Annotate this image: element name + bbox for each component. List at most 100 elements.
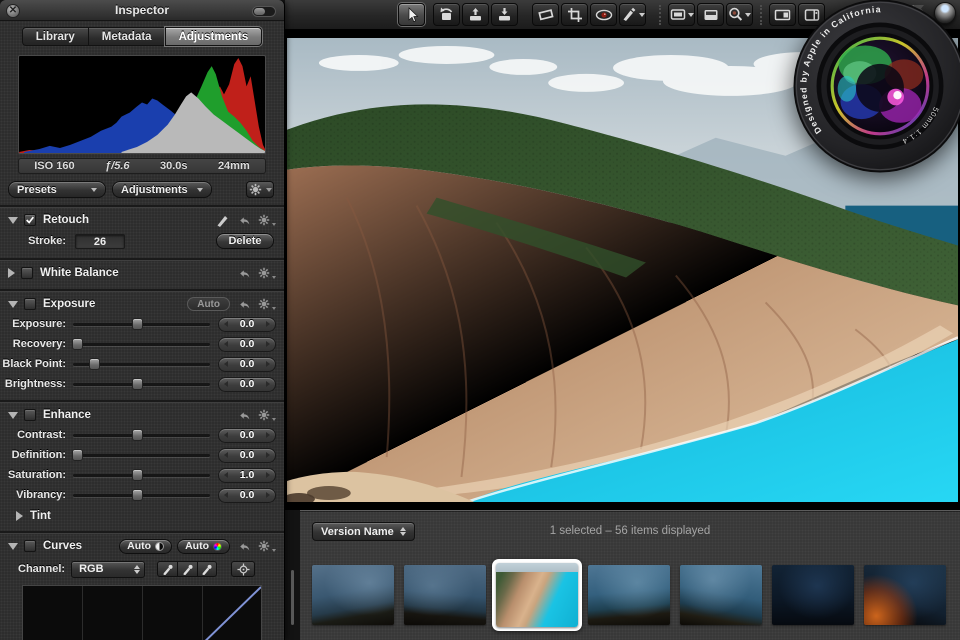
brush-stroke-icon[interactable]	[216, 213, 230, 227]
curves-auto-color-button[interactable]: Auto	[177, 538, 230, 554]
curves-section: Curves Auto Auto Channel: RGB	[0, 533, 284, 640]
half-circle-icon	[155, 541, 165, 551]
disclosure-triangle[interactable]	[8, 268, 15, 278]
vibrancy-stepper[interactable]: 0.0	[218, 487, 276, 503]
red-eye-tool-button[interactable]	[590, 3, 617, 26]
saturation-stepper[interactable]: 1.0	[218, 467, 276, 483]
retouch-tool-button[interactable]	[619, 3, 646, 26]
exposure-slider[interactable]	[73, 317, 210, 330]
contrast-stepper[interactable]: 0.0	[218, 427, 276, 443]
disclosure-triangle[interactable]	[8, 542, 18, 550]
tab-adjustments[interactable]: Adjustments	[164, 27, 263, 46]
channel-select[interactable]: RGB	[71, 560, 146, 578]
selected-thumbnail-image	[496, 563, 578, 627]
filmstrip-thumbnail[interactable]	[588, 565, 670, 625]
filmstrip-thumbnail[interactable]	[864, 565, 946, 625]
stamp-tool-button[interactable]	[491, 3, 518, 26]
straighten-tool-button[interactable]	[532, 3, 559, 26]
color-wheel-icon	[213, 541, 222, 551]
tab-metadata[interactable]: Metadata	[87, 27, 165, 46]
contrast-slider[interactable]	[73, 428, 210, 441]
thumbnail-row	[300, 551, 960, 640]
shutter-knob-icon	[934, 2, 956, 24]
exif-info-bar: ISO 160 ƒ/5.6 30.0s 24mm	[18, 158, 266, 174]
white-point-eyedropper-button[interactable]	[197, 561, 218, 577]
adjustment-action-gear-button[interactable]	[246, 181, 274, 198]
crop-icon	[567, 7, 583, 23]
straighten-icon	[537, 7, 555, 22]
lift-tool-button[interactable]	[462, 3, 489, 26]
curves-auto-luminance-button[interactable]: Auto	[119, 538, 173, 554]
gear-icon[interactable]	[258, 409, 276, 421]
saturation-slider[interactable]	[73, 468, 210, 481]
curves-graph[interactable]	[22, 585, 262, 640]
stroke-value-field[interactable]: 26	[75, 233, 125, 249]
filmstrip-thumbnail[interactable]	[772, 565, 854, 625]
disclosure-triangle[interactable]	[8, 216, 18, 224]
brightness-stepper[interactable]: 0.0	[218, 376, 276, 392]
recovery-stepper[interactable]: 0.0	[218, 336, 276, 352]
tab-library[interactable]: Library	[21, 27, 88, 46]
selection-status-text: 1 selected – 56 items displayed	[549, 525, 711, 537]
dropdown-caret-icon	[687, 12, 694, 17]
rotate-left-button[interactable]	[433, 3, 460, 26]
panel-toggle[interactable]	[252, 6, 276, 17]
vibrancy-slider[interactable]	[73, 488, 210, 501]
delete-button[interactable]: Delete	[216, 233, 274, 249]
black-point-slider[interactable]	[73, 357, 210, 370]
curves-checkbox[interactable]	[24, 540, 36, 552]
curves-point-picker-button[interactable]	[231, 561, 256, 577]
reset-undo-icon[interactable]	[237, 267, 251, 280]
inspector-title: Inspector	[114, 3, 169, 17]
focal-length-value: 24mm	[217, 160, 250, 172]
retouch-checkbox[interactable]	[24, 214, 36, 226]
viewer-mode-button[interactable]	[668, 3, 695, 26]
exposure-checkbox[interactable]	[24, 298, 36, 310]
inspector-titlebar[interactable]: ✕ Inspector	[0, 0, 284, 21]
disclosure-triangle[interactable]	[8, 300, 18, 308]
loupe-button[interactable]	[726, 3, 753, 26]
white-balance-section: White Balance	[0, 260, 284, 283]
enhance-checkbox[interactable]	[24, 409, 36, 421]
chevron-down-icon	[272, 223, 276, 226]
definition-stepper[interactable]: 0.0	[218, 447, 276, 463]
reset-undo-icon[interactable]	[237, 298, 251, 311]
filmstrip-scrollbar[interactable]	[291, 570, 294, 625]
adjustments-popup-button[interactable]: Adjustments	[112, 181, 212, 198]
reset-undo-icon[interactable]	[237, 540, 251, 553]
disclosure-triangle[interactable]	[8, 411, 18, 419]
gray-point-eyedropper-button[interactable]	[177, 561, 198, 577]
checkmark-icon	[26, 216, 34, 224]
filmstrip-thumbnail-selected[interactable]	[492, 559, 582, 631]
tint-subsection[interactable]: Tint	[0, 507, 284, 525]
gear-icon[interactable]	[258, 298, 276, 310]
gear-icon[interactable]	[258, 267, 276, 279]
presets-popup-button[interactable]: Presets	[8, 181, 106, 198]
white-balance-checkbox[interactable]	[21, 267, 33, 279]
definition-slider[interactable]	[72, 448, 210, 461]
exposure-auto-button[interactable]: Auto	[187, 297, 230, 311]
filmstrip-thumbnail[interactable]	[404, 565, 486, 625]
reset-undo-icon[interactable]	[237, 409, 251, 422]
gear-icon[interactable]	[258, 214, 276, 226]
disclosure-triangle[interactable]	[16, 511, 23, 521]
exposure-section: Exposure Auto Exposure: 0.0 Recovery: 0.…	[0, 291, 284, 394]
section-title: Retouch	[43, 214, 89, 226]
black-point-eyedropper-button[interactable]	[157, 561, 178, 577]
section-title: Curves	[43, 540, 82, 552]
section-title: Exposure	[43, 298, 96, 310]
inspector-window: ✕ Inspector Library Metadata Adjustments…	[0, 0, 285, 640]
filmstrip-thumbnail[interactable]	[680, 565, 762, 625]
recovery-slider[interactable]	[72, 337, 210, 350]
brightness-slider[interactable]	[73, 377, 210, 390]
crop-tool-button[interactable]	[561, 3, 588, 26]
select-tool-button[interactable]	[398, 3, 425, 26]
exposure-stepper[interactable]: 0.0	[218, 316, 276, 332]
browser-mode-button[interactable]	[697, 3, 724, 26]
select-arrows-icon	[134, 564, 141, 574]
reset-undo-icon[interactable]	[237, 214, 251, 227]
chevron-down-icon	[265, 187, 272, 192]
filmstrip-thumbnail[interactable]	[312, 565, 394, 625]
black-point-stepper[interactable]: 0.0	[218, 356, 276, 372]
gear-icon[interactable]	[258, 540, 276, 552]
